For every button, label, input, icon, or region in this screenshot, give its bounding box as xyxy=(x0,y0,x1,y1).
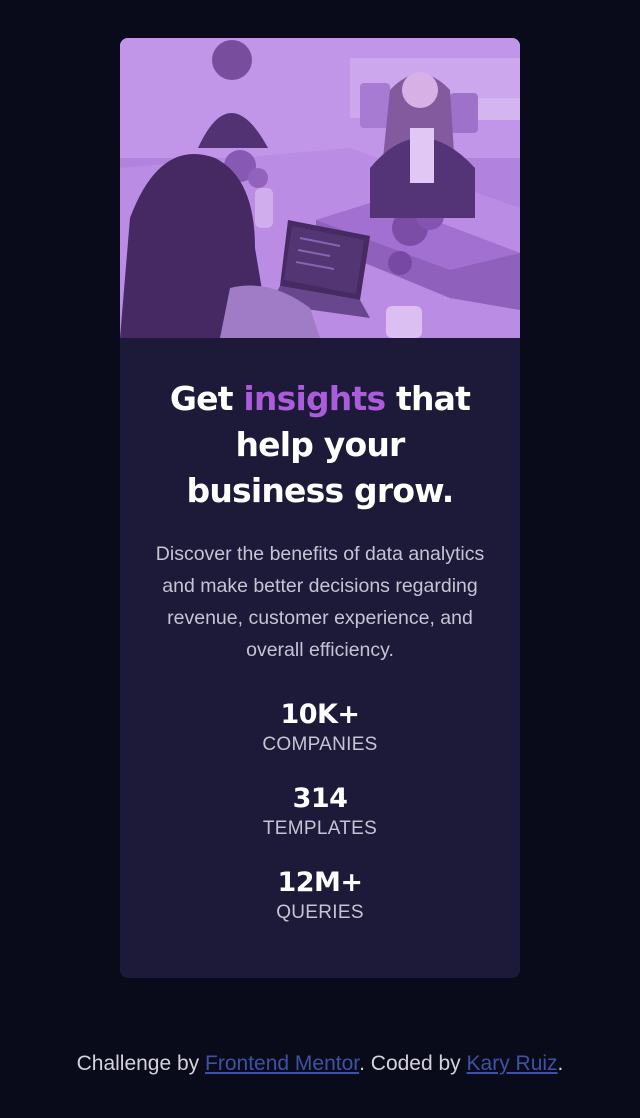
office-photo-illustration xyxy=(120,38,520,338)
frontend-mentor-link[interactable]: Frontend Mentor xyxy=(205,1052,359,1075)
stat-label: COMPANIES xyxy=(262,734,378,755)
hero-image xyxy=(120,38,520,338)
stats-list: 10K+ COMPANIES 314 TEMPLATES 12M+ QUERIE… xyxy=(140,698,500,926)
stat-templates: 314 TEMPLATES xyxy=(140,782,500,842)
attribution-middle: . Coded by xyxy=(359,1052,467,1075)
headline: Get insights that help your business gro… xyxy=(140,376,500,514)
card-content: Get insights that help your business gro… xyxy=(120,338,520,926)
stat-queries: 12M+ QUERIES xyxy=(140,866,500,926)
stat-companies: 10K+ COMPANIES xyxy=(140,698,500,758)
stat-value: 12M+ xyxy=(277,867,363,898)
stat-label: QUERIES xyxy=(276,902,364,923)
stat-label: TEMPLATES xyxy=(262,818,378,839)
author-link[interactable]: Kary Ruiz xyxy=(467,1052,558,1075)
stat-value: 10K+ xyxy=(280,699,360,730)
stats-preview-card: Get insights that help your business gro… xyxy=(120,38,520,978)
headline-accent: insights xyxy=(243,379,386,418)
description: Discover the benefits of data analytics … xyxy=(155,543,485,661)
headline-before: Get xyxy=(169,379,244,418)
attribution: Challenge by Frontend Mentor. Coded by K… xyxy=(0,1052,640,1076)
stat-value: 314 xyxy=(292,783,348,814)
attribution-suffix: . xyxy=(557,1052,564,1075)
attribution-prefix: Challenge by xyxy=(76,1052,206,1075)
